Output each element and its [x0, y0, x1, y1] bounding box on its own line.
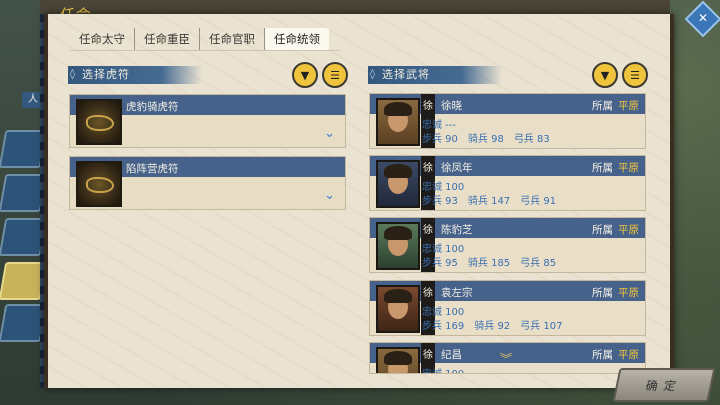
confirm-button[interactable]: 确定	[612, 368, 716, 402]
general-card[interactable]: 徐 陈豹芝 所属 平原 忠诚 100 步兵 95 骑兵 185 弓兵 85	[369, 217, 646, 273]
tally-card[interactable]: 陷阵营虎符 ⌄	[69, 156, 346, 210]
general-card[interactable]: 徐 徐晓 所属 平原 忠诚 --- 步兵 90 骑兵 98 弓兵 83	[369, 93, 646, 149]
cavalry-stat: 骑兵 185	[467, 258, 511, 269]
filter-icon: ▼	[300, 68, 310, 82]
general-portrait	[376, 98, 420, 146]
archer-stat: 弓兵 85	[520, 258, 557, 269]
belong-label: 所属	[592, 224, 613, 236]
tally-thumbnail	[76, 99, 122, 145]
tally-name: 虎豹骑虎符	[126, 101, 179, 113]
general-name: 袁左宗	[441, 287, 473, 299]
tally-card[interactable]: 虎豹骑虎符 ⌄	[69, 94, 346, 148]
loyalty: 忠诚 100	[422, 307, 465, 318]
archer-stat: 弓兵 83	[513, 134, 550, 145]
belong-label: 所属	[592, 349, 613, 361]
belong-label: 所属	[592, 162, 613, 174]
belong-city: 平原	[618, 100, 639, 112]
section-title-tally: 选择虎符	[68, 66, 202, 84]
cavalry-stat: 骑兵 92	[474, 321, 511, 332]
general-portrait	[376, 222, 420, 270]
list-icon: ☰	[630, 68, 640, 82]
chevron-down-icon[interactable]: ⌄	[324, 188, 335, 203]
list-button-left[interactable]: ☰	[322, 62, 348, 88]
general-name: 徐晓	[441, 100, 462, 112]
loyalty: 忠诚 100	[422, 182, 465, 193]
tab-appoint-commander[interactable]: 任命统领	[265, 28, 329, 50]
general-name: 徐凤年	[441, 162, 473, 174]
belong-label: 所属	[592, 100, 613, 112]
tab-appoint-minister[interactable]: 任命重臣	[135, 28, 200, 50]
tab-appoint-office[interactable]: 任命官职	[200, 28, 265, 50]
tally-name: 陷阵营虎符	[126, 163, 179, 175]
troop-stats: 步兵 90 骑兵 98 弓兵 83	[422, 130, 560, 145]
belong-label: 所属	[592, 287, 613, 299]
belong-city: 平原	[618, 287, 639, 299]
general-card[interactable]: 徐 袁左宗 所属 平原 忠诚 100 步兵 169 骑兵 92 弓兵 107	[369, 280, 646, 336]
troop-stats: 步兵 93 骑兵 147 弓兵 91	[422, 192, 566, 207]
loyalty: 忠诚 100	[422, 244, 465, 255]
general-card[interactable]: 徐 徐凤年 所属 平原 忠诚 100 步兵 93 骑兵 147 弓兵 91	[369, 155, 646, 211]
troop-stats: 步兵 169 骑兵 92 弓兵 107	[422, 317, 572, 332]
infantry-stat: 步兵 93	[422, 196, 458, 207]
tally-thumbnail	[76, 161, 122, 207]
cavalry-stat: 骑兵 147	[467, 196, 511, 207]
filter-button-right[interactable]: ▼	[592, 62, 618, 88]
archer-stat: 弓兵 91	[520, 196, 557, 207]
tab-bar: 任命太守 任命重臣 任命官职 任命统领	[70, 28, 329, 50]
general-portrait	[376, 347, 420, 373]
list-button-right[interactable]: ☰	[622, 62, 648, 88]
tab-appoint-governor[interactable]: 任命太守	[70, 28, 135, 50]
archer-stat: 弓兵 107	[520, 321, 563, 332]
list-icon: ☰	[330, 68, 340, 82]
general-portrait	[376, 160, 420, 208]
close-icon: ✕	[697, 11, 709, 25]
filter-icon: ▼	[600, 68, 610, 82]
chevron-down-icon[interactable]: ⌄	[324, 126, 335, 141]
infantry-stat: 步兵 90	[422, 134, 458, 145]
belong-city: 平原	[618, 224, 639, 236]
infantry-stat: 步兵 95	[422, 258, 458, 269]
loyalty: 忠诚 100	[422, 365, 464, 373]
belong-city: 平原	[618, 162, 639, 174]
general-name: 纪昌	[441, 349, 462, 361]
cavalry-stat: 骑兵 98	[467, 134, 504, 145]
general-portrait	[376, 285, 420, 333]
tab-divider	[70, 50, 340, 51]
scroll-down-indicator: ︾	[500, 352, 513, 366]
general-name: 陈豹芝	[441, 224, 473, 236]
section-title-general: 选择武将	[368, 66, 502, 84]
loyalty: 忠诚 ---	[422, 120, 457, 131]
infantry-stat: 步兵 169	[422, 321, 465, 332]
filter-button-left[interactable]: ▼	[292, 62, 318, 88]
troop-stats: 步兵 95 骑兵 185 弓兵 85	[422, 254, 566, 269]
belong-city: 平原	[618, 349, 639, 361]
